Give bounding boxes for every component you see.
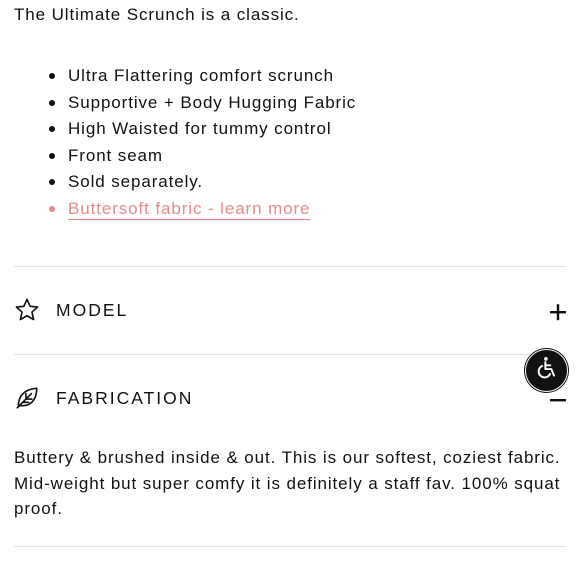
feature-item: Sold separately. xyxy=(48,172,356,199)
divider xyxy=(14,546,566,547)
accordion-fabrication-label: FABRICATION xyxy=(56,388,194,408)
leaf-outline-icon xyxy=(14,385,40,411)
wheelchair-icon xyxy=(534,355,560,386)
plus-icon[interactable] xyxy=(548,302,568,322)
fabric-learn-more-link[interactable]: Buttersoft fabric - learn more xyxy=(68,198,311,220)
accessibility-button[interactable] xyxy=(525,349,568,392)
fabrication-description: Buttery & brushed inside & out. This is … xyxy=(14,448,561,518)
divider xyxy=(14,266,566,267)
feature-item: Ultra Flattering comfort scrunch xyxy=(48,66,356,93)
feature-item-fabric: Buttersoft fabric - learn more xyxy=(48,198,356,226)
feature-item: High Waisted for tummy control xyxy=(48,119,356,146)
accordion-fabrication-header[interactable]: FABRICATION xyxy=(14,378,568,418)
accordion-model-label: MODEL xyxy=(56,300,129,320)
feature-list: Ultra Flattering comfort scrunch Support… xyxy=(48,66,356,226)
star-outline-icon xyxy=(14,297,40,323)
minus-icon[interactable] xyxy=(548,390,568,410)
feature-item: Supportive + Body Hugging Fabric xyxy=(48,93,356,120)
product-intro: The Ultimate Scrunch is a classic. xyxy=(14,5,300,24)
divider xyxy=(14,354,566,355)
accordion-model-header[interactable]: MODEL xyxy=(14,290,568,330)
feature-item: Front seam xyxy=(48,146,356,173)
